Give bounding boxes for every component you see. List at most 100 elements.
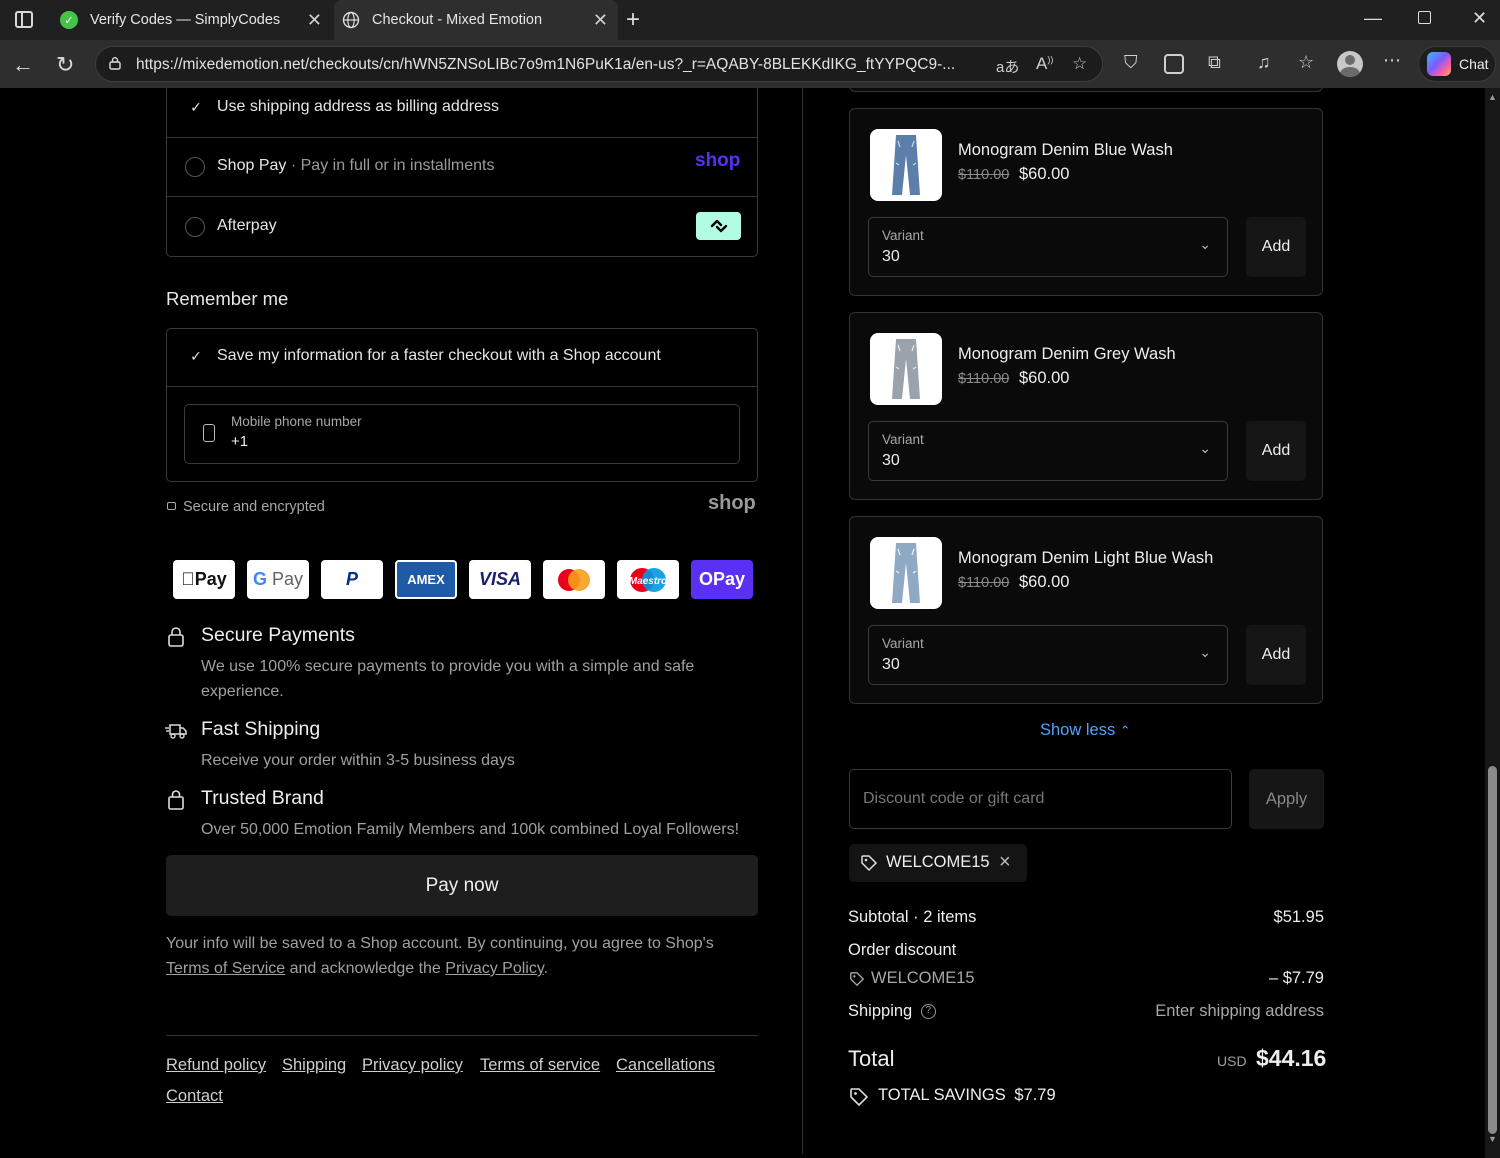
add-button[interactable]: Add xyxy=(1246,217,1306,277)
divider xyxy=(167,386,757,387)
paypal-icon: P xyxy=(321,560,383,599)
feature-title: Trusted Brand xyxy=(201,787,324,809)
close-tab-icon[interactable]: ✕ xyxy=(307,10,322,31)
discount-code-field[interactable] xyxy=(849,769,1232,829)
truck-icon xyxy=(165,724,187,739)
billing-checkbox[interactable]: ✓ xyxy=(187,98,205,116)
product-image xyxy=(870,333,942,405)
address-bar[interactable]: https://mixedemotion.net/checkouts/cn/hW… xyxy=(95,46,1103,82)
add-button[interactable]: Add xyxy=(1246,625,1306,685)
pay-now-button[interactable]: Pay now xyxy=(166,855,758,916)
afterpay-label[interactable]: Afterpay xyxy=(217,217,277,235)
shop-pay-sublabel: Pay in full or in installments xyxy=(300,157,495,174)
add-button[interactable]: Add xyxy=(1246,421,1306,481)
footer-divider xyxy=(166,1035,758,1036)
scroll-down-icon[interactable]: ▼ xyxy=(1488,1134,1497,1144)
performance-icon[interactable]: ♫ xyxy=(1257,52,1271,73)
close-window-icon[interactable]: ✕ xyxy=(1472,8,1487,29)
terms-of-service-link[interactable]: Terms of Service xyxy=(166,960,285,977)
help-icon[interactable]: ? xyxy=(920,1004,936,1020)
footer-contact-link[interactable]: Contact xyxy=(166,1087,223,1106)
phone-value[interactable]: +1 xyxy=(231,433,248,450)
close-tab-icon[interactable]: ✕ xyxy=(593,10,608,31)
variant-label: Variant xyxy=(882,432,924,447)
apply-button[interactable]: Apply xyxy=(1249,769,1324,829)
product-image xyxy=(870,537,942,609)
variant-value: 30 xyxy=(882,248,900,265)
applied-code-chip: WELCOME15 × xyxy=(849,844,1027,882)
chevron-down-icon: ⌄ xyxy=(1199,440,1211,456)
shop-pay-radio[interactable] xyxy=(185,157,205,177)
copilot-chat-button[interactable]: Chat xyxy=(1418,46,1496,82)
svg-text:Maestro: Maestro xyxy=(629,576,667,587)
translate-icon[interactable]: aあ xyxy=(996,56,1019,77)
footer-terms-of-service-link[interactable]: Terms of service xyxy=(480,1056,600,1075)
feature-description: Over 50,000 Emotion Family Members and 1… xyxy=(201,821,740,838)
shop-pay-option[interactable]: Shop Pay · Pay in full or in installment… xyxy=(217,157,494,175)
footer-privacy-policy-link[interactable]: Privacy policy xyxy=(362,1056,463,1075)
more-options-icon[interactable]: ⋯ xyxy=(1383,50,1401,71)
extensions-puzzle-icon[interactable]: ⧉ xyxy=(1208,52,1221,73)
sidebar-toggle-icon[interactable] xyxy=(15,11,33,28)
discount-code-input[interactable] xyxy=(850,770,1231,828)
legal-text-end: . xyxy=(543,960,549,977)
url-text: https://mixedemotion.net/checkouts/cn/hW… xyxy=(136,56,956,73)
profile-avatar[interactable] xyxy=(1337,51,1363,77)
checkout-page: ✓ Use shipping address as billing addres… xyxy=(5,88,1485,1154)
simplycodes-icon: ✓ xyxy=(60,11,78,29)
visa-icon: VISA xyxy=(469,560,531,599)
back-icon[interactable]: ← xyxy=(12,52,34,78)
billing-checkbox-label: Use shipping address as billing address xyxy=(217,98,499,115)
discount-value: – $7.79 xyxy=(1268,969,1324,987)
minimize-icon[interactable]: — xyxy=(1364,8,1382,29)
new-tab-icon[interactable]: + xyxy=(626,6,640,34)
mastercard-icon xyxy=(543,560,605,599)
shipping-label-text: Shipping xyxy=(848,1002,913,1020)
bag-lock-icon xyxy=(168,790,184,810)
favorite-star-icon[interactable]: ☆ xyxy=(1072,54,1087,74)
tab-checkout[interactable]: Checkout - Mixed Emotion ✕ xyxy=(334,0,618,40)
shop-logo: shop xyxy=(708,492,756,514)
product-price: $60.00 xyxy=(1019,573,1070,591)
show-less-link[interactable]: Show less ⌃ xyxy=(1040,721,1131,740)
footer-shipping-link[interactable]: Shipping xyxy=(282,1056,346,1075)
shield-icon[interactable]: ⛉ xyxy=(1124,52,1138,73)
product-name: Monogram Denim Blue Wash xyxy=(958,141,1173,159)
extension-badge-icon[interactable] xyxy=(1164,54,1184,74)
tab-simplycodes[interactable]: ✓ Verify Codes — SimplyCodes ✕ xyxy=(52,0,332,40)
restore-icon[interactable] xyxy=(1418,11,1431,24)
footer-refund-policy-link[interactable]: Refund policy xyxy=(166,1056,266,1075)
variant-select[interactable]: Variant 30 ⌄ xyxy=(868,625,1228,685)
product-card: Monogram Denim Light Blue Wash $110.00 $… xyxy=(849,516,1323,704)
scrollbar[interactable]: ▲ ▼ xyxy=(1485,88,1500,1158)
divider xyxy=(167,137,757,138)
site-info-icon[interactable] xyxy=(108,56,122,70)
scrollbar-thumb[interactable] xyxy=(1488,766,1497,1134)
shipping-label: Shipping ? xyxy=(848,1002,936,1021)
opay-icon: OPay xyxy=(691,560,753,599)
phone-icon xyxy=(203,424,215,442)
product-price: $60.00 xyxy=(1019,165,1070,183)
footer-cancellations-link[interactable]: Cancellations xyxy=(616,1056,715,1075)
variant-select[interactable]: Variant 30 ⌄ xyxy=(868,421,1228,481)
favorites-icon[interactable]: ☆ xyxy=(1298,52,1314,73)
feature-description: We use 100% secure payments to provide y… xyxy=(201,658,695,700)
feature-title: Fast Shipping xyxy=(201,718,321,740)
globe-icon xyxy=(342,11,360,29)
refresh-icon[interactable]: ↻ xyxy=(56,52,74,78)
chevron-down-icon: ⌄ xyxy=(1199,236,1211,252)
save-info-label: Save my information for a faster checkou… xyxy=(217,347,661,364)
variant-select[interactable]: Variant 30 ⌄ xyxy=(868,217,1228,277)
copilot-icon xyxy=(1427,52,1451,76)
total-savings: TOTAL SAVINGS $7.79 xyxy=(878,1086,1056,1105)
privacy-policy-link[interactable]: Privacy Policy xyxy=(445,960,543,977)
phone-field[interactable] xyxy=(184,404,740,464)
scroll-up-icon[interactable]: ▲ xyxy=(1488,92,1497,102)
remove-code-icon[interactable]: × xyxy=(999,851,1011,874)
read-aloud-icon[interactable]: A)) xyxy=(1036,54,1053,74)
save-info-checkbox[interactable]: ✓ xyxy=(187,347,205,365)
secure-text: Secure and encrypted xyxy=(183,499,325,515)
shop-pay-label: Shop Pay xyxy=(217,157,287,174)
afterpay-radio[interactable] xyxy=(185,217,205,237)
payment-icons-row: Pay G Pay P AMEX VISA Maestro OPay xyxy=(173,560,753,599)
